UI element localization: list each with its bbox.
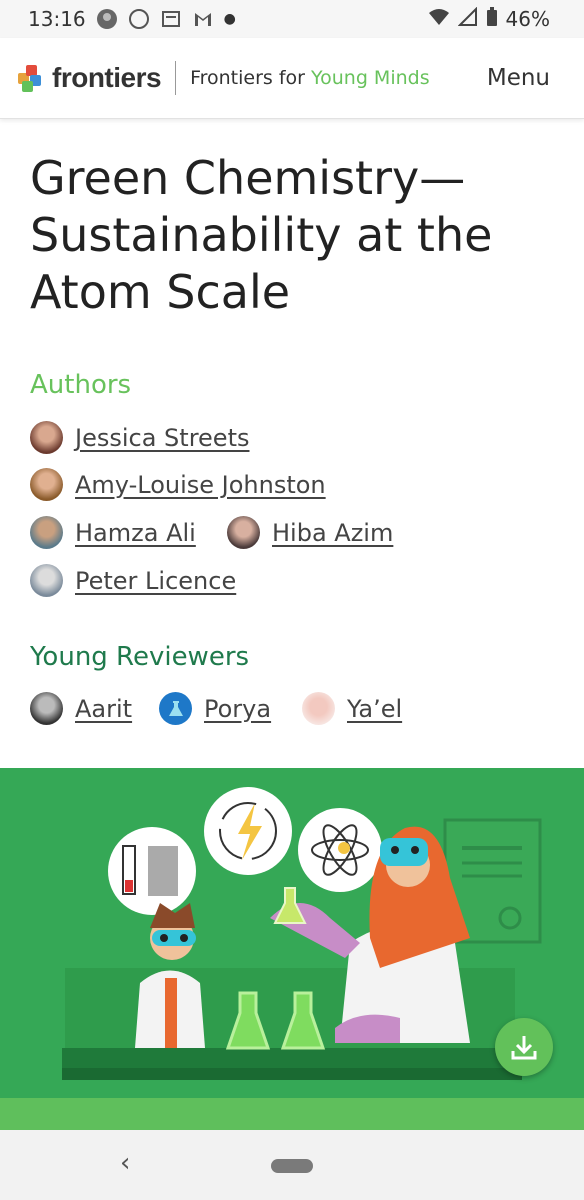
author-link[interactable]: Hiba Azim xyxy=(227,516,393,549)
author-link[interactable]: Amy-Louise Johnston xyxy=(30,468,326,501)
avatar xyxy=(159,692,192,725)
logo-text: frontiers xyxy=(52,62,162,93)
author-link[interactable]: Peter Licence xyxy=(30,564,236,597)
home-pill[interactable] xyxy=(271,1159,313,1173)
battery-level: 46% xyxy=(505,7,550,31)
download-button[interactable] xyxy=(495,1018,553,1076)
avatar xyxy=(30,468,63,501)
author-name: Peter Licence xyxy=(75,566,237,595)
status-time: 13:16 xyxy=(28,7,86,31)
header-divider xyxy=(175,61,177,95)
avatar xyxy=(30,516,63,549)
menu-button[interactable]: Menu xyxy=(487,65,550,91)
article-title: Green Chemistry—Sustainability at the At… xyxy=(30,151,493,319)
dot-icon: ● xyxy=(223,11,236,27)
reviewer-name: Aarit xyxy=(75,694,133,723)
author-name: Hamza Ali xyxy=(75,518,196,547)
site-header: frontiers Frontiers for Young Minds Menu xyxy=(0,38,584,119)
status-bar: 13:16 ● 46% xyxy=(0,0,584,38)
avatar xyxy=(302,692,335,725)
author-link[interactable]: Hamza Ali xyxy=(30,516,196,549)
avatar-icon xyxy=(96,8,118,30)
energy-recycle-bubble xyxy=(204,787,292,875)
reviewers-heading: Young Reviewers xyxy=(30,642,250,672)
frontiers-logo[interactable]: frontiers xyxy=(16,62,162,94)
author-name: Amy-Louise Johnston xyxy=(75,470,326,499)
reviewer-link[interactable]: Aarit xyxy=(30,692,132,725)
article-illustration xyxy=(0,768,584,1130)
download-icon xyxy=(511,1036,537,1060)
reviewer-name: Porya xyxy=(204,694,272,723)
wifi-icon xyxy=(428,7,450,32)
avatar xyxy=(227,516,260,549)
test-tube-bubble xyxy=(108,827,196,915)
author-link[interactable]: Jessica Streets xyxy=(30,421,249,454)
flask-icon xyxy=(168,700,183,716)
young-minds-link[interactable]: Frontiers for Young Minds xyxy=(190,67,430,89)
reviewer-link[interactable]: Ya’el xyxy=(302,692,402,725)
system-nav-bar: ‹ xyxy=(0,1130,584,1200)
banner-footer-stripe xyxy=(0,1098,584,1130)
subtitle-prefix: Frontiers for xyxy=(190,67,312,89)
subtitle-highlight: Young Minds xyxy=(311,67,430,89)
reviewer-link[interactable]: Porya xyxy=(159,692,271,725)
author-name: Jessica Streets xyxy=(75,423,250,452)
gmail-icon xyxy=(192,8,214,30)
news-icon xyxy=(160,8,182,30)
signal-icon xyxy=(457,6,478,32)
authors-heading: Authors xyxy=(30,370,132,400)
back-chevron-icon[interactable]: ‹ xyxy=(120,1148,130,1178)
battery-icon xyxy=(486,6,498,32)
frontiers-logo-icon xyxy=(16,63,46,93)
author-name: Hiba Azim xyxy=(272,518,394,547)
avatar xyxy=(30,421,63,454)
reviewer-name: Ya’el xyxy=(347,694,403,723)
avatar xyxy=(30,692,63,725)
whatsapp-icon xyxy=(128,8,150,30)
atom-bubble xyxy=(298,808,382,892)
avatar xyxy=(30,564,63,597)
